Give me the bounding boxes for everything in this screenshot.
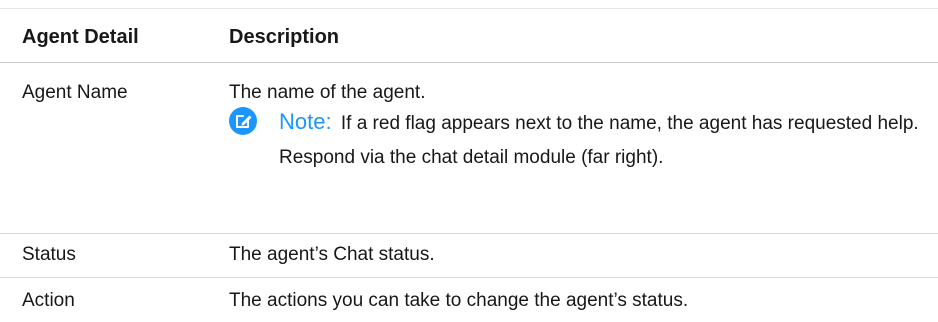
agent-detail-cell: Action bbox=[22, 290, 75, 311]
note-callout: Note: If a red flag appears next to the … bbox=[229, 105, 938, 175]
description-cell: The agent’s Chat status. bbox=[229, 244, 435, 265]
table-row: Action The actions you can take to chang… bbox=[0, 277, 938, 322]
note-body: If a red flag appears next to the name, … bbox=[279, 113, 919, 168]
header-agent-detail: Agent Detail bbox=[22, 26, 139, 48]
note-label: Note: bbox=[279, 109, 332, 134]
agent-detail-cell: Agent Name bbox=[22, 82, 128, 103]
header-description: Description bbox=[229, 26, 340, 48]
description-cell: The actions you can take to change the a… bbox=[229, 290, 689, 311]
table-row: Status The agent’s Chat status. bbox=[0, 233, 938, 277]
table-header-row: Agent Detail Description bbox=[0, 8, 938, 63]
agent-detail-table: Agent Detail Description Agent Name The … bbox=[0, 0, 938, 322]
edit-note-icon bbox=[229, 107, 257, 135]
agent-detail-cell: Status bbox=[22, 244, 76, 265]
description-cell: The name of the agent. bbox=[229, 82, 426, 103]
note-text: Note: If a red flag appears next to the … bbox=[279, 105, 938, 175]
